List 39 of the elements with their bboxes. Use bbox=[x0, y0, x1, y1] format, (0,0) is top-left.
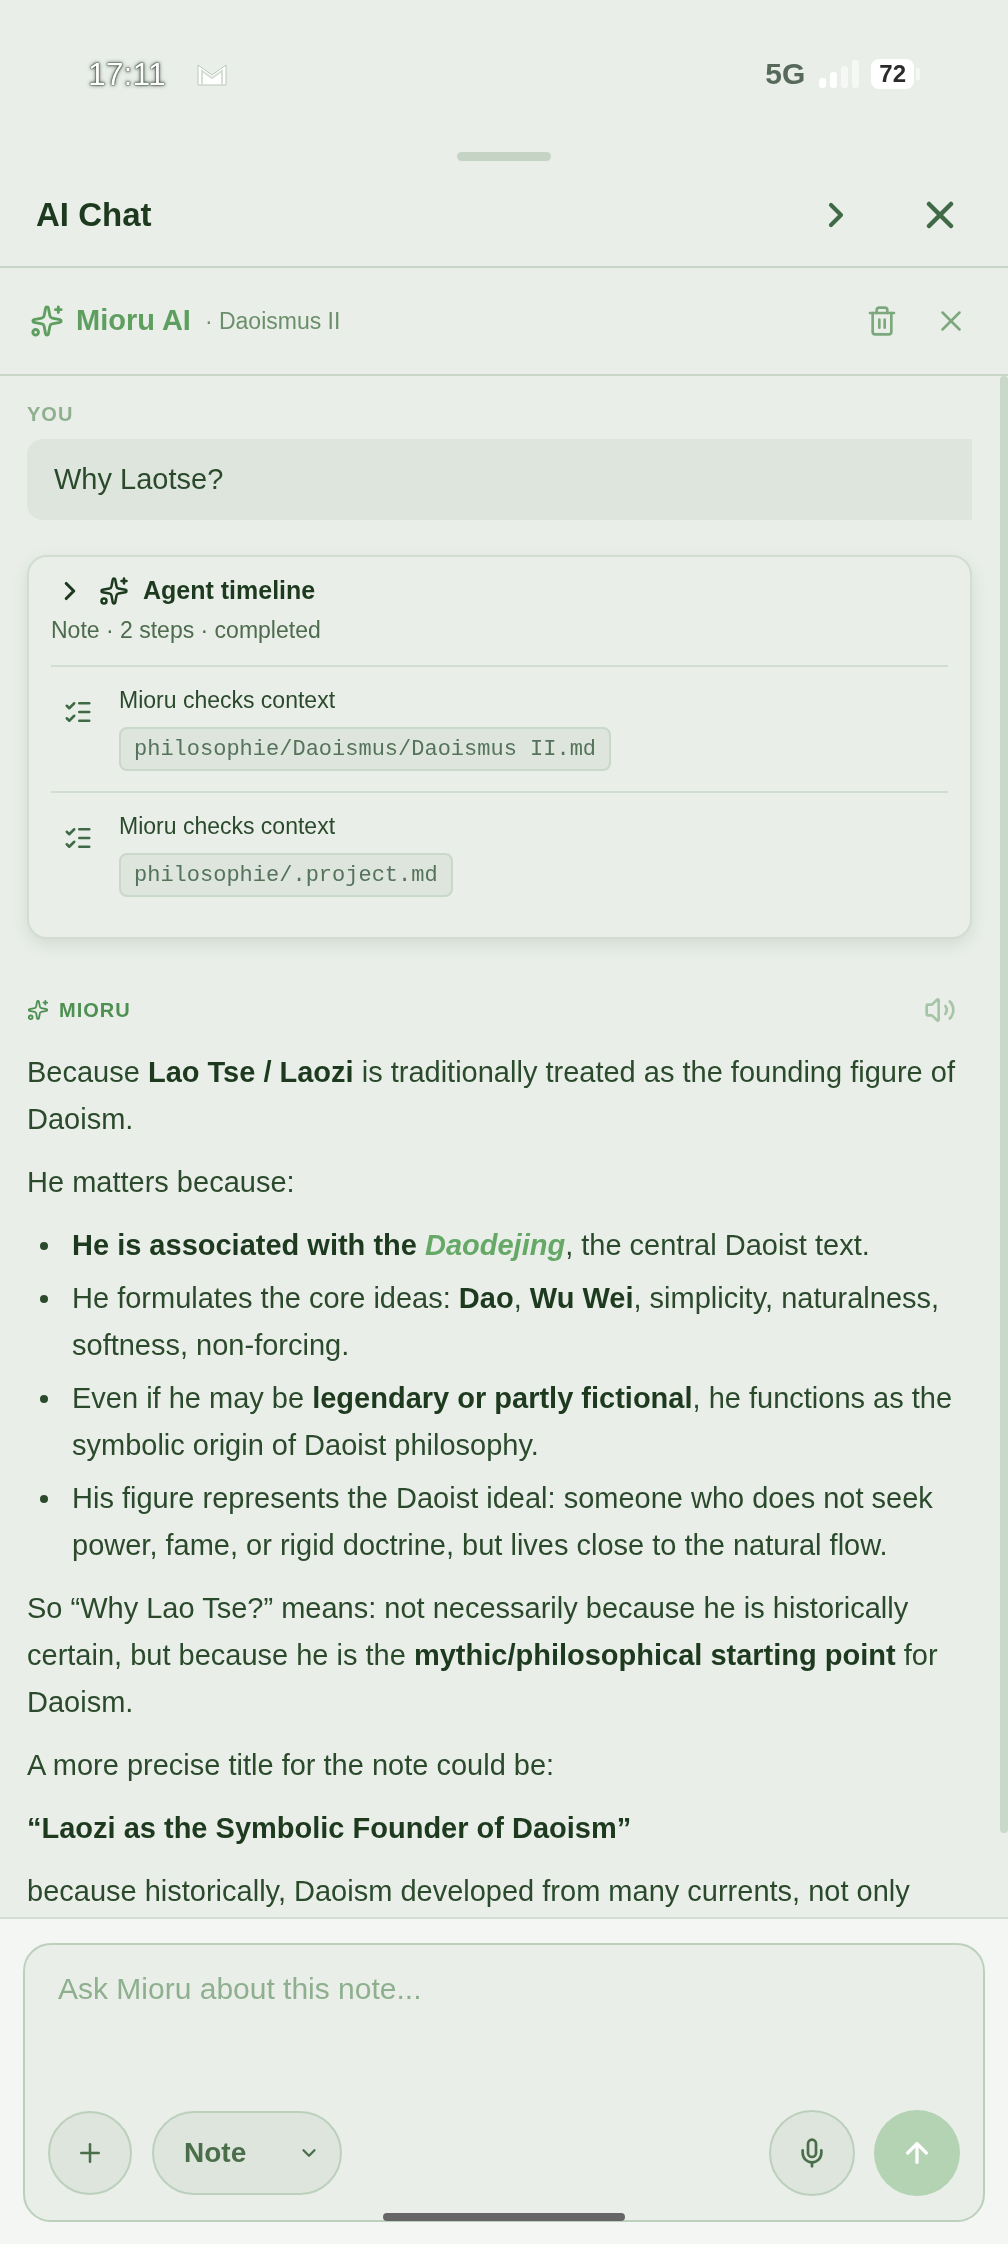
sparkle-icon bbox=[99, 576, 129, 606]
mail-icon bbox=[195, 61, 228, 87]
message-paragraph: A more precise title for the note could be: bbox=[27, 1748, 556, 1783]
file-path: philosophie/.project.md bbox=[119, 853, 453, 897]
network-type: 5G bbox=[764, 59, 807, 89]
bullet-icon bbox=[40, 1294, 48, 1303]
message-paragraph: So “Why Lao Tse?” means: not necessarily because he is historically certain, but because he is the mythic/philosophical starting point for Daoism. bbox=[27, 1591, 939, 1720]
timeline-title: Agent timeline bbox=[143, 575, 316, 607]
message-paragraph: because historically, Daoism developed from many currents, not only bbox=[27, 1874, 911, 1909]
list-item-text: He is associated with the Daodejing, the central Daoist text. bbox=[72, 1228, 870, 1263]
message-paragraph: Because Lao Tse / Laozi is traditionally treated as the founding figure of Daoism. bbox=[27, 1055, 956, 1137]
step-label: Mioru checks context bbox=[119, 686, 336, 715]
status-time: 17:11 bbox=[88, 58, 166, 90]
bullet-icon bbox=[40, 1241, 48, 1250]
note-context: · Daoismus II bbox=[204, 306, 341, 336]
sheet-title: AI Chat bbox=[36, 195, 152, 236]
note-link[interactable]: Daodejing bbox=[424, 1229, 566, 1261]
trash-icon[interactable] bbox=[866, 305, 898, 337]
file-path: philosophie/Daoismus/Daoismus II.md bbox=[119, 727, 612, 771]
mode-dropdown[interactable]: Note bbox=[152, 2111, 342, 2195]
list-item-text: He formulates the core ideas: Dao, Wu Wei, simplicity, naturalness, softness, non-forcing. bbox=[72, 1281, 941, 1363]
suggested-title: “Laozi as the Symbolic Founder of Daoism” bbox=[27, 1811, 633, 1846]
list-item-text: Even if he may be legendary or partly fictional, he functions as the symbolic origin of Daoist philosophy. bbox=[72, 1381, 954, 1463]
sparkle-icon bbox=[27, 999, 49, 1021]
assistant-name: Mioru AI bbox=[76, 303, 191, 339]
timeline-summary: Note · 2 steps · completed bbox=[51, 616, 322, 645]
bullet-icon bbox=[40, 1394, 48, 1403]
user-message-bubble: Why Laotse? bbox=[27, 439, 972, 520]
user-label: YOU bbox=[27, 402, 75, 426]
assistant-label: MIORU bbox=[59, 998, 131, 1023]
scrollbar-thumb[interactable] bbox=[1000, 376, 1008, 1833]
drag-handle[interactable] bbox=[457, 151, 551, 161]
list-item-text: His figure represents the Daoist ideal: someone who does not seek power, fame, or rigid doctrine, but lives close to the natural flow. bbox=[72, 1481, 934, 1563]
battery-indicator: 72 bbox=[871, 59, 920, 89]
step-label: Mioru checks context bbox=[119, 812, 336, 841]
message-paragraph: He matters because: bbox=[27, 1165, 296, 1200]
sparkle-icon bbox=[30, 304, 64, 338]
message-input[interactable]: Ask Mioru about this note... bbox=[48, 1969, 960, 2029]
bullet-icon bbox=[40, 1494, 48, 1503]
